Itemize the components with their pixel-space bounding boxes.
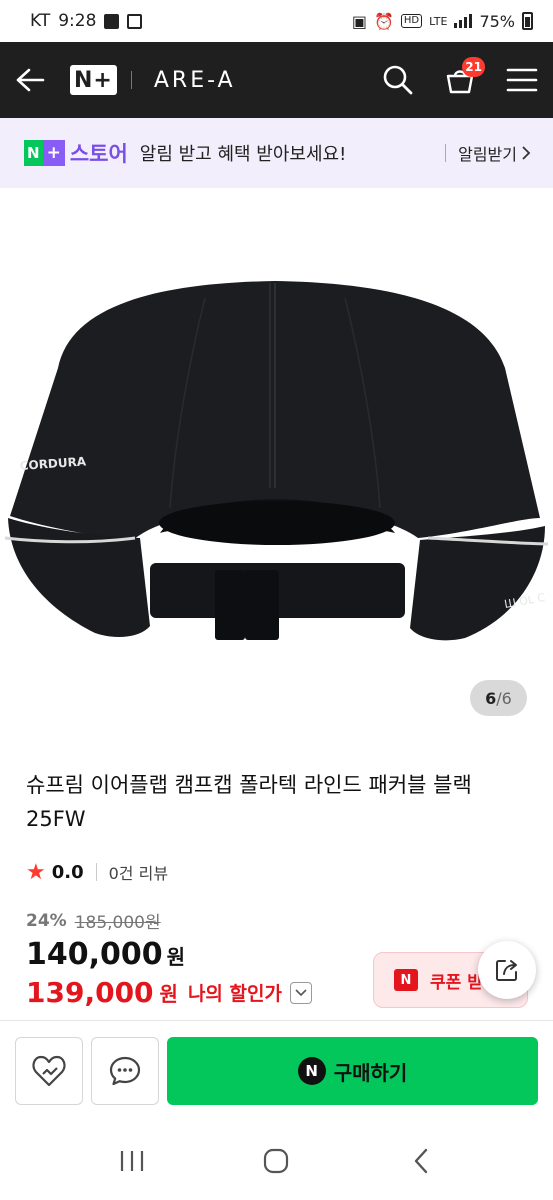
share-button[interactable] xyxy=(478,941,536,999)
sale-price-unit: 원 xyxy=(166,945,186,969)
status-left: KT 9:28 xyxy=(30,11,143,31)
sale-price: 140,000 xyxy=(26,937,163,972)
header-actions: 21 xyxy=(367,42,553,118)
carrier-label: KT xyxy=(30,11,51,31)
heart-icon xyxy=(32,1055,66,1087)
wishlist-button[interactable] xyxy=(15,1037,83,1105)
store-header: N+ ARE-A 21 xyxy=(0,42,553,118)
cart-button[interactable]: 21 xyxy=(429,42,491,118)
image-page-indicator: 6 / 6 xyxy=(470,680,527,716)
promo-divider xyxy=(445,144,447,162)
discount-rate: 24% xyxy=(26,910,67,931)
logo-plus: + xyxy=(42,140,65,166)
battery-percent: 75% xyxy=(479,11,515,31)
my-discount-label: 나의 할인가 xyxy=(187,983,282,1005)
rating-value: 0.0 xyxy=(51,861,84,883)
status-right: ▣ ⏰ HD LTE 75% xyxy=(352,12,533,31)
my-discount-price-row[interactable]: 139,000 원 나의 할인가 xyxy=(26,976,312,1009)
buy-now-button[interactable]: N 구매하기 xyxy=(167,1037,538,1105)
lte-icon: LTE xyxy=(429,14,448,28)
purchase-action-bar: N 구매하기 xyxy=(0,1020,553,1122)
star-icon: ★ xyxy=(26,859,46,885)
promo-message: 알림 받고 혜택 받아보세요! xyxy=(139,144,347,165)
system-back-button[interactable] xyxy=(391,1131,451,1191)
back-button[interactable] xyxy=(0,42,60,118)
chevron-down-icon xyxy=(295,988,307,996)
review-count-link[interactable]: 0건 리뷰 xyxy=(109,860,168,884)
brand-name[interactable]: ARE-A xyxy=(154,68,236,93)
alarm-icon: ⏰ xyxy=(373,11,394,31)
battery-icon xyxy=(522,12,533,30)
search-button[interactable] xyxy=(367,42,429,118)
system-navigation-bar xyxy=(0,1122,553,1200)
chat-bubble-icon xyxy=(109,1056,141,1086)
system-back-icon xyxy=(414,1148,428,1174)
naver-pay-n-icon: N xyxy=(297,1057,326,1085)
hd-voice-icon: HD xyxy=(400,14,423,28)
expand-discount-button[interactable] xyxy=(289,981,312,1004)
notification-promo-banner[interactable]: N + 스토어 알림 받고 혜택 받아보세요! 알림받기 xyxy=(0,118,553,188)
rating-divider xyxy=(95,863,97,881)
signal-icon xyxy=(454,14,473,28)
nplus-logo-text: N+ xyxy=(74,67,113,93)
nplus-logo[interactable]: N+ xyxy=(70,65,117,95)
menu-button[interactable] xyxy=(491,42,553,118)
status-bar: KT 9:28 ▣ ⏰ HD LTE 75% xyxy=(0,0,553,42)
my-discount-price-unit: 원 xyxy=(159,982,178,1006)
menu-icon xyxy=(506,68,538,92)
price-row: 140,000 원 xyxy=(26,937,185,972)
product-title: 슈프림 이어플랩 캠프캡 폴라텍 라인드 패커블 블랙 25FW xyxy=(26,773,472,831)
subscribe-label: 알림받기 xyxy=(458,145,517,164)
product-image-gallery[interactable]: CORDURA Ш ОL C 6 / 6 xyxy=(0,188,553,736)
buy-now-label: 구매하기 xyxy=(333,1060,408,1085)
header-divider xyxy=(130,71,132,89)
coupon-n-badge: N xyxy=(394,969,418,991)
cart-count-badge: 21 xyxy=(462,57,485,77)
gallery-notification-icon xyxy=(104,13,120,29)
product-photo: CORDURA Ш ОL C xyxy=(4,281,549,641)
subscribe-notification-button[interactable]: 알림받기 xyxy=(458,141,531,165)
home-icon xyxy=(264,1148,289,1174)
clock: 9:28 xyxy=(58,11,97,31)
back-arrow-icon xyxy=(16,68,45,92)
logo-n: N xyxy=(24,140,43,166)
lock-icon: ▣ xyxy=(351,11,367,31)
nplus-store-logo: N + 스토어 xyxy=(24,138,128,168)
home-button[interactable] xyxy=(246,1131,306,1191)
talk-inquiry-button[interactable] xyxy=(91,1037,159,1105)
logo-store-text: 스토어 xyxy=(69,142,128,166)
chevron-right-icon xyxy=(522,146,531,160)
my-discount-price: 139,000 xyxy=(26,976,154,1009)
search-icon xyxy=(383,65,413,95)
image-total: 6 xyxy=(501,688,512,708)
image-current: 6 xyxy=(485,688,497,708)
recent-apps-icon xyxy=(121,1151,144,1171)
rating-row[interactable]: ★ 0.0 0건 리뷰 xyxy=(26,858,168,886)
discount-row: 24% 185,000원 xyxy=(26,908,161,934)
original-price: 185,000원 xyxy=(74,913,161,933)
share-icon xyxy=(496,960,517,981)
check-notification-icon xyxy=(127,13,143,29)
recent-apps-button[interactable] xyxy=(102,1131,162,1191)
